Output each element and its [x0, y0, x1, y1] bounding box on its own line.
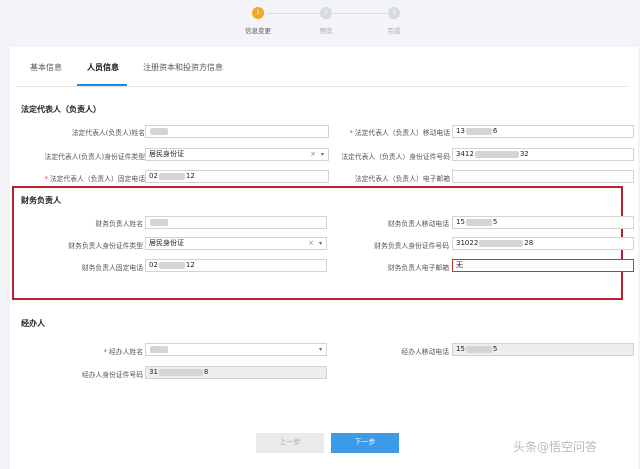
legal-mobile-input[interactable]: 13 6	[452, 125, 634, 138]
agent-mobile-suffix: 5	[492, 345, 498, 353]
legal-idtype-value: 居民身份证	[149, 150, 184, 158]
finance-name-label: 财务负责人姓名	[95, 220, 143, 228]
finance-mobile-input[interactable]: 15 5	[452, 216, 634, 229]
required-marker: *	[349, 129, 353, 137]
agent-name-label-text: 经办人姓名	[109, 348, 143, 356]
redacted-text	[150, 127, 168, 135]
tab-basic-info[interactable]: 基本信息	[30, 62, 62, 73]
legal-mobile-prefix: 13	[456, 127, 465, 135]
agent-mobile-input: 15 5	[452, 343, 634, 356]
redacted-text	[158, 261, 185, 269]
agent-idno-input: 31 8	[145, 366, 327, 379]
agent-idno-suffix: 8	[203, 368, 209, 376]
redacted-text	[479, 239, 524, 247]
finance-phone-suffix: 12	[185, 261, 195, 269]
finance-mobile-suffix: 5	[492, 218, 498, 226]
finance-mobile-prefix: 15	[456, 218, 465, 226]
finance-idno-input[interactable]: 31022 28	[452, 237, 634, 250]
finance-phone-prefix: 02	[149, 261, 158, 269]
step-number: 2	[320, 7, 332, 19]
finance-idtype-value: 居民身份证	[149, 239, 184, 247]
required-marker: *	[44, 175, 48, 183]
finance-mobile-label: 财务负责人移动电话	[387, 220, 449, 228]
legal-name-label: 法定代表人(负责人)姓名	[71, 129, 145, 137]
legal-email-label: 法定代表人（负责人）电子邮箱	[354, 175, 450, 183]
section-title-agent: 经办人	[21, 319, 45, 328]
agent-idno-prefix: 31	[149, 368, 158, 376]
agent-mobile-prefix: 15	[456, 345, 465, 353]
legal-phone-label: * 法定代表人（负责人）固定电话	[0, 173, 145, 183]
step-preview: 2 预览	[296, 7, 356, 35]
agent-mobile-label: 经办人移动电话	[401, 348, 449, 356]
finance-idno-label: 财务负责人身份证件号码	[374, 242, 449, 250]
progress-stepper: 1 信息变更 2 预览 3 完成	[0, 0, 640, 42]
legal-mobile-label-text: 法定代表人（负责人）移动电话	[354, 129, 450, 137]
previous-step-button[interactable]: 上一步	[256, 433, 324, 453]
legal-phone-prefix: 02	[149, 172, 158, 180]
finance-idno-prefix: 31022	[456, 239, 479, 247]
finance-idno-suffix: 28	[524, 239, 534, 247]
redacted-text	[465, 218, 492, 226]
legal-mobile-suffix: 6	[492, 127, 498, 135]
legal-idno-input[interactable]: 3412 32	[452, 148, 634, 161]
redacted-text	[158, 368, 203, 376]
legal-idtype-label: 法定代表人(负责人)身份证件类型	[44, 153, 145, 161]
redacted-text	[150, 218, 168, 226]
step-complete: 3 完成	[364, 7, 424, 35]
legal-idno-label: 法定代表人（负责人）身份证件号码	[341, 153, 450, 161]
step-label: 预览	[319, 27, 333, 35]
step-info-change: 1 信息变更	[228, 7, 288, 35]
agent-idno-label: 经办人身份证件号码	[81, 371, 143, 379]
tab-capital-investor-info[interactable]: 注册资本和投资方信息	[143, 62, 223, 73]
tab-divider	[17, 86, 627, 87]
legal-phone-suffix: 12	[185, 172, 195, 180]
step-number: 3	[388, 7, 400, 19]
redacted-text	[465, 345, 492, 353]
finance-idtype-label: 财务负责人身份证件类型	[68, 242, 143, 250]
redacted-text	[158, 172, 185, 180]
section-title-finance: 财务负责人	[21, 196, 61, 205]
tab-personnel-info[interactable]: 人员信息	[87, 62, 119, 73]
redacted-text	[474, 150, 519, 158]
required-marker: *	[103, 348, 108, 356]
finance-email-label: 财务负责人电子邮箱	[387, 264, 449, 272]
finance-email-input[interactable]: 无	[452, 259, 634, 272]
legal-phone-label-text: 法定代表人（负责人）固定电话	[49, 175, 145, 183]
step-label: 完成	[387, 27, 401, 35]
legal-idno-suffix: 32	[519, 150, 529, 158]
redacted-text	[150, 345, 168, 353]
redacted-text	[465, 127, 492, 135]
section-title-legal: 法定代表人（负责人）	[21, 105, 101, 114]
watermark: 头条@悟空问答	[513, 440, 598, 454]
legal-email-input[interactable]	[452, 170, 634, 183]
step-label: 信息变更	[245, 27, 271, 35]
legal-mobile-label: * 法定代表人（负责人）移动电话	[250, 127, 450, 137]
agent-name-label: * 经办人姓名	[0, 346, 143, 356]
finance-phone-label: 财务负责人固定电话	[81, 264, 143, 272]
legal-idno-prefix: 3412	[456, 150, 474, 158]
next-step-button[interactable]: 下一步	[331, 433, 399, 453]
step-number: 1	[252, 7, 264, 19]
